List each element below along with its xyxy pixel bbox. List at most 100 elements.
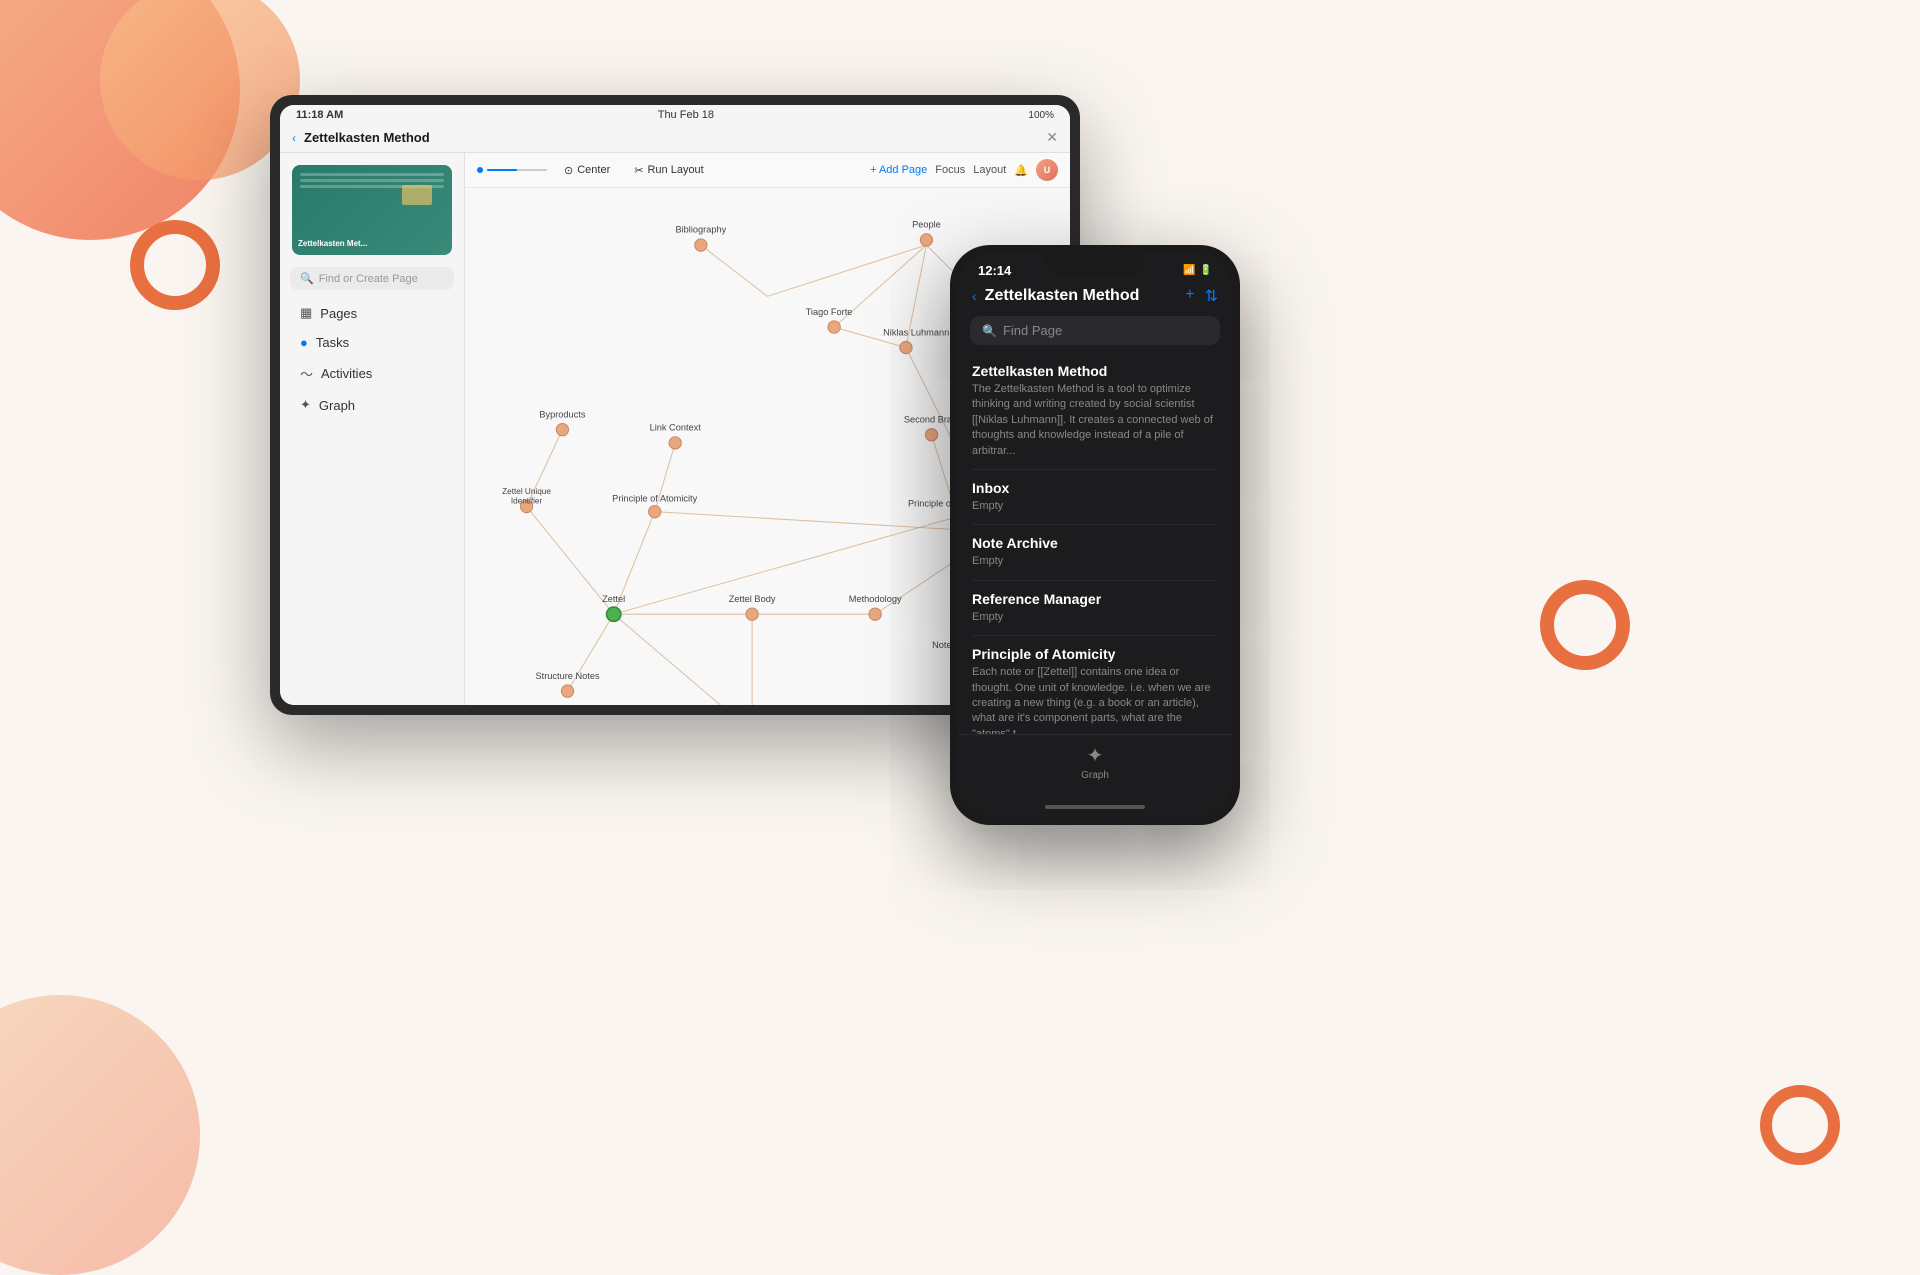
list-item[interactable]: Note Archive Empty	[972, 525, 1218, 580]
center-label: Center	[577, 164, 610, 176]
thumbnail-bg: Zettelkasten Met...	[292, 165, 452, 255]
iphone-back-button[interactable]: ‹	[972, 288, 977, 304]
search-placeholder: Find or Create Page	[319, 273, 418, 285]
search-icon: 🔍	[300, 272, 314, 285]
svg-text:Structure Notes: Structure Notes	[536, 671, 600, 681]
notification-icon: 🔔	[1014, 164, 1028, 177]
list-item[interactable]: Principle of Atomicity Each note or [[Ze…	[972, 636, 1218, 734]
iphone-nav-actions: + ⇅	[1185, 286, 1218, 306]
item-title: Note Archive	[972, 535, 1218, 551]
graph-icon: ✦	[300, 397, 311, 413]
bg-ring-bottom-right	[1760, 1085, 1840, 1165]
run-layout-button[interactable]: ✂ Run Layout	[627, 161, 710, 180]
svg-text:Bibliography: Bibliography	[675, 225, 726, 235]
activities-icon: 〜	[300, 364, 313, 383]
item-title: Reference Manager	[972, 591, 1218, 607]
sort-button[interactable]: ⇅	[1205, 286, 1218, 306]
sidebar-item-label: Graph	[319, 398, 355, 413]
sidebar-item-pages[interactable]: ▦ Pages	[286, 298, 458, 328]
zoom-bar	[487, 169, 547, 171]
chevron-left-icon: ‹	[292, 131, 296, 145]
bg-ring-left	[130, 220, 220, 310]
svg-text:Identifier: Identifier	[511, 496, 543, 505]
sidebar-item-graph[interactable]: ✦ Graph	[286, 390, 458, 420]
svg-text:Zettel Unique: Zettel Unique	[502, 487, 551, 496]
svg-text:Methodology: Methodology	[849, 594, 902, 604]
battery-icon: 🔋	[1200, 265, 1212, 276]
sidebar-item-activities[interactable]: 〜 Activities	[286, 357, 458, 390]
ipad-sidebar: Zettelkasten Met... 🔍 Find or Create Pag…	[280, 153, 465, 705]
iphone-search-bar[interactable]: 🔍 Find Page	[970, 316, 1220, 345]
svg-text:People: People	[912, 220, 941, 230]
run-layout-label: Run Layout	[647, 164, 703, 176]
sidebar-item-tasks[interactable]: ● Tasks	[286, 328, 458, 357]
iphone-status-icons: 📶 🔋	[1183, 265, 1212, 276]
zoom-fill	[487, 169, 517, 171]
avatar-initial: U	[1044, 165, 1051, 175]
iphone-page-list: Zettelkasten Method The Zettelkasten Met…	[958, 353, 1232, 734]
center-icon: ⊙	[564, 164, 573, 177]
ipad-close-button[interactable]: ✕	[1046, 129, 1058, 146]
thumbnail-lines	[300, 173, 444, 191]
home-bar	[1045, 805, 1145, 809]
wifi-icon: 📶	[1183, 265, 1195, 276]
ipad-status-bar: 11:18 AM Thu Feb 18 100%	[280, 105, 1070, 125]
item-title: Principle of Atomicity	[972, 646, 1218, 662]
center-button[interactable]: ⊙ Center	[557, 161, 617, 180]
sidebar-search-bar[interactable]: 🔍 Find or Create Page	[290, 267, 454, 290]
list-item[interactable]: Reference Manager Empty	[972, 581, 1218, 636]
search-placeholder: Find Page	[1003, 323, 1062, 338]
tasks-icon: ●	[300, 335, 308, 350]
focus-button[interactable]: Focus	[935, 164, 965, 176]
iphone-notch	[1045, 253, 1145, 275]
sidebar-item-label: Activities	[321, 366, 372, 381]
svg-text:Principle of Atomicity: Principle of Atomicity	[612, 493, 697, 503]
ipad-date: Thu Feb 18	[658, 109, 714, 121]
thumbnail-label: Zettelkasten Met...	[298, 239, 367, 249]
iphone-nav-title: Zettelkasten Method	[985, 287, 1186, 305]
item-desc: The Zettelkasten Method is a tool to opt…	[972, 382, 1218, 459]
item-desc: Empty	[972, 610, 1218, 625]
svg-text:Byproducts: Byproducts	[539, 409, 586, 419]
svg-text:Tiago Forte: Tiago Forte	[806, 307, 853, 317]
iphone-time: 12:14	[978, 263, 1011, 278]
bg-ring-right-mid	[1540, 580, 1630, 670]
sidebar-item-label: Pages	[320, 306, 357, 321]
sidebar-item-label: Tasks	[316, 335, 349, 350]
list-item[interactable]: Inbox Empty	[972, 470, 1218, 525]
user-avatar[interactable]: U	[1036, 159, 1058, 181]
add-button[interactable]: +	[1185, 286, 1194, 306]
iphone-screen: 12:14 📶 🔋 ‹ Zettelkasten Method + ⇅ 🔍 Fi…	[958, 253, 1232, 817]
graph-tab-label: Graph	[1081, 770, 1109, 781]
pages-icon: ▦	[300, 305, 312, 321]
ipad-back-button[interactable]: ‹	[292, 131, 296, 145]
graph-tab-icon: ✦	[1087, 743, 1104, 768]
zoom-control[interactable]	[477, 167, 547, 173]
ipad-battery: 100%	[1028, 110, 1054, 121]
add-page-button[interactable]: + Add Page	[870, 164, 927, 176]
ipad-title-bar: ‹ Zettelkasten Method ✕	[280, 125, 1070, 153]
item-desc: Each note or [[Zettel]] contains one ide…	[972, 665, 1218, 734]
note-box	[402, 185, 432, 205]
item-desc: Empty	[972, 554, 1218, 569]
svg-text:Zettel Body: Zettel Body	[729, 594, 776, 604]
ipad-page-title: Zettelkasten Method	[304, 130, 1046, 145]
layout-button[interactable]: Layout	[973, 164, 1006, 176]
ipad-status-right: 100%	[1028, 110, 1054, 121]
graph-toolbar: ⊙ Center ✂ Run Layout + Add Page Focus L…	[465, 153, 1070, 188]
iphone-device: 12:14 📶 🔋 ‹ Zettelkasten Method + ⇅ 🔍 Fi…	[950, 245, 1240, 825]
sidebar-thumbnail[interactable]: Zettelkasten Met...	[292, 165, 452, 255]
svg-text:Zettel: Zettel	[602, 594, 625, 604]
item-title: Inbox	[972, 480, 1218, 496]
tab-graph[interactable]: ✦ Graph	[1081, 743, 1109, 781]
iphone-tab-bar: ✦ Graph	[958, 734, 1232, 797]
bg-circle-bottom-left	[0, 995, 200, 1275]
graph-toolbar-right: + Add Page Focus Layout 🔔 U	[870, 159, 1058, 181]
list-item[interactable]: Zettelkasten Method The Zettelkasten Met…	[972, 353, 1218, 470]
note-line	[300, 179, 444, 182]
iphone-home-indicator	[958, 797, 1232, 817]
search-icon: 🔍	[982, 324, 997, 338]
item-desc: Empty	[972, 499, 1218, 514]
zoom-dot	[477, 167, 483, 173]
iphone-nav-bar: ‹ Zettelkasten Method + ⇅	[958, 282, 1232, 312]
